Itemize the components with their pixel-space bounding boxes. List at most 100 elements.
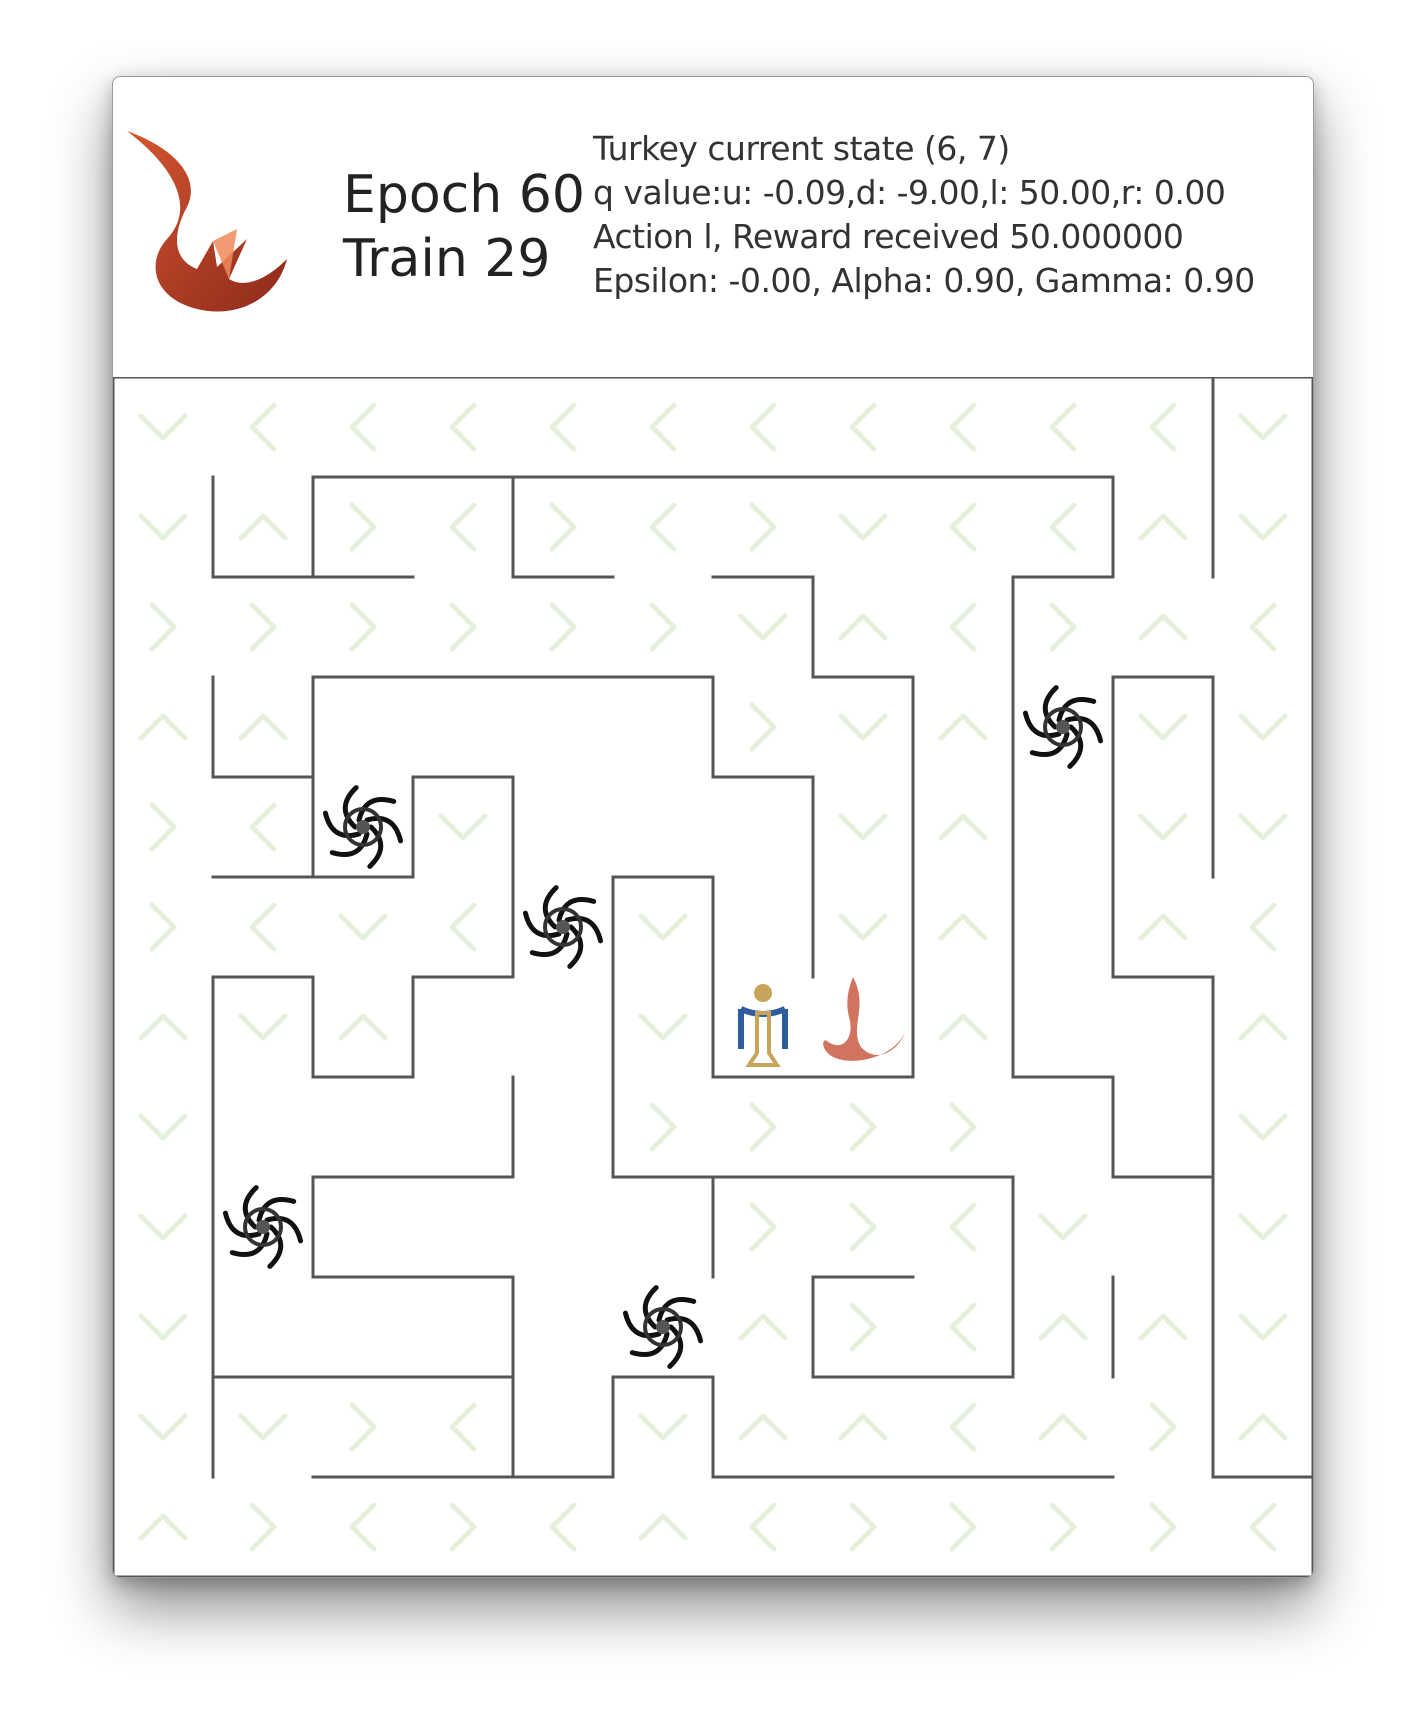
- policy-arrow-right: [649, 1102, 677, 1152]
- status-params-line: Epsilon: -0.00, Alpha: 0.90, Gamma: 0.90: [593, 261, 1255, 300]
- policy-arrow-down: [1238, 1113, 1288, 1141]
- policy-arrow-down: [138, 513, 188, 541]
- policy-arrow-up: [1038, 1413, 1088, 1441]
- policy-arrow-left: [549, 1502, 577, 1552]
- policy-arrow-right: [449, 1502, 477, 1552]
- policy-arrow-down: [838, 813, 888, 841]
- policy-arrow-up: [138, 713, 188, 741]
- policy-arrow-right: [1149, 1502, 1177, 1552]
- policy-arrow-left: [1249, 902, 1277, 952]
- policy-arrow-down: [638, 913, 688, 941]
- policy-arrow-down: [1238, 1313, 1288, 1341]
- policy-arrow-up: [1138, 1313, 1188, 1341]
- status-state-line: Turkey current state (6, 7): [593, 129, 1010, 168]
- policy-arrow-up: [938, 1013, 988, 1041]
- policy-arrow-up: [938, 713, 988, 741]
- policy-arrow-up: [738, 1313, 788, 1341]
- policy-arrow-up: [638, 1513, 688, 1541]
- policy-arrow-right: [149, 602, 177, 652]
- policy-arrow-right: [949, 1102, 977, 1152]
- turkey-agent-icon: [738, 984, 788, 1067]
- policy-arrow-up: [138, 1013, 188, 1041]
- maze-grid: [113, 377, 1313, 1577]
- status-action-line: Action l, Reward received 50.000000: [593, 217, 1184, 256]
- policy-arrow-right: [249, 1502, 277, 1552]
- policy-arrow-left: [249, 802, 277, 852]
- policy-arrow-right: [849, 1302, 877, 1352]
- policy-arrow-down: [738, 613, 788, 641]
- policy-arrow-left: [749, 1502, 777, 1552]
- vortex-trap-icon: [522, 885, 604, 969]
- policy-arrow-down: [838, 513, 888, 541]
- policy-arrow-left: [1049, 502, 1077, 552]
- policy-arrow-left: [449, 902, 477, 952]
- policy-arrow-left: [649, 502, 677, 552]
- policy-arrow-left: [449, 402, 477, 452]
- policy-arrow-left: [449, 1402, 477, 1452]
- policy-arrow-right: [349, 502, 377, 552]
- policy-arrow-right: [1049, 1502, 1077, 1552]
- train-label: Train 29: [343, 229, 551, 289]
- status-panel: Turkey current state (6, 7) q value:u: -…: [593, 127, 1255, 303]
- policy-arrow-up: [838, 613, 888, 641]
- policy-arrow-down: [1138, 713, 1188, 741]
- policy-arrow-left: [249, 402, 277, 452]
- policy-arrow-down: [638, 1013, 688, 1041]
- header: Epoch 60 Train 29 Turkey current state (…: [113, 77, 1313, 377]
- policy-arrow-up: [1138, 613, 1188, 641]
- policy-arrow-up: [938, 913, 988, 941]
- policy-arrow-right: [249, 602, 277, 652]
- vortex-trap-icon: [1022, 685, 1104, 769]
- maze-window: Epoch 60 Train 29 Turkey current state (…: [112, 76, 1314, 1578]
- policy-arrow-down: [238, 1013, 288, 1041]
- policy-arrow-left: [649, 402, 677, 452]
- policy-arrow-down: [1238, 1213, 1288, 1241]
- policy-arrow-down: [1138, 813, 1188, 841]
- policy-arrow-right: [549, 602, 577, 652]
- policy-arrow-left: [949, 1402, 977, 1452]
- policy-arrow-left: [549, 402, 577, 452]
- policy-arrow-up: [1238, 1013, 1288, 1041]
- policy-arrow-left: [1049, 402, 1077, 452]
- policy-arrow-down: [138, 1113, 188, 1141]
- policy-arrow-down: [838, 713, 888, 741]
- policy-arrow-up: [1138, 913, 1188, 941]
- policy-arrow-down: [638, 1413, 688, 1441]
- fire-logo-icon: [127, 131, 287, 312]
- policy-arrow-left: [249, 902, 277, 952]
- policy-arrow-left: [949, 502, 977, 552]
- policy-arrow-left: [949, 1302, 977, 1352]
- policy-arrow-down: [338, 913, 388, 941]
- policy-arrow-right: [449, 602, 477, 652]
- policy-arrow-right: [1049, 602, 1077, 652]
- policy-arrow-down: [1238, 513, 1288, 541]
- policy-arrow-up: [1238, 1413, 1288, 1441]
- policy-arrow-down: [1238, 813, 1288, 841]
- maze-board: [113, 377, 1313, 1577]
- vortex-trap-icon: [322, 785, 404, 869]
- policy-arrow-left: [1249, 1502, 1277, 1552]
- policy-arrow-right: [849, 1102, 877, 1152]
- policy-arrow-down: [138, 1313, 188, 1341]
- policy-arrow-up: [238, 513, 288, 541]
- policy-arrow-right: [849, 1202, 877, 1252]
- policy-arrow-up: [738, 1413, 788, 1441]
- policy-arrow-right: [149, 902, 177, 952]
- policy-arrow-left: [1249, 602, 1277, 652]
- policy-arrow-down: [138, 1413, 188, 1441]
- epoch-label: Epoch 60: [343, 165, 585, 225]
- policy-arrow-down: [838, 913, 888, 941]
- policy-arrow-left: [449, 502, 477, 552]
- policy-arrow-right: [749, 502, 777, 552]
- policy-arrow-right: [749, 1202, 777, 1252]
- policy-arrow-down: [238, 1413, 288, 1441]
- policy-arrow-right: [649, 602, 677, 652]
- policy-arrow-down: [1238, 413, 1288, 441]
- policy-arrow-up: [338, 1013, 388, 1041]
- policy-arrow-left: [349, 402, 377, 452]
- vortex-trap-icon: [222, 1185, 304, 1269]
- status-qvalue-line: q value:u: -0.09,d: -9.00,l: 50.00,r: 0.…: [593, 173, 1226, 212]
- policy-arrow-up: [838, 1413, 888, 1441]
- policy-arrow-left: [949, 402, 977, 452]
- policy-arrow-up: [138, 1513, 188, 1541]
